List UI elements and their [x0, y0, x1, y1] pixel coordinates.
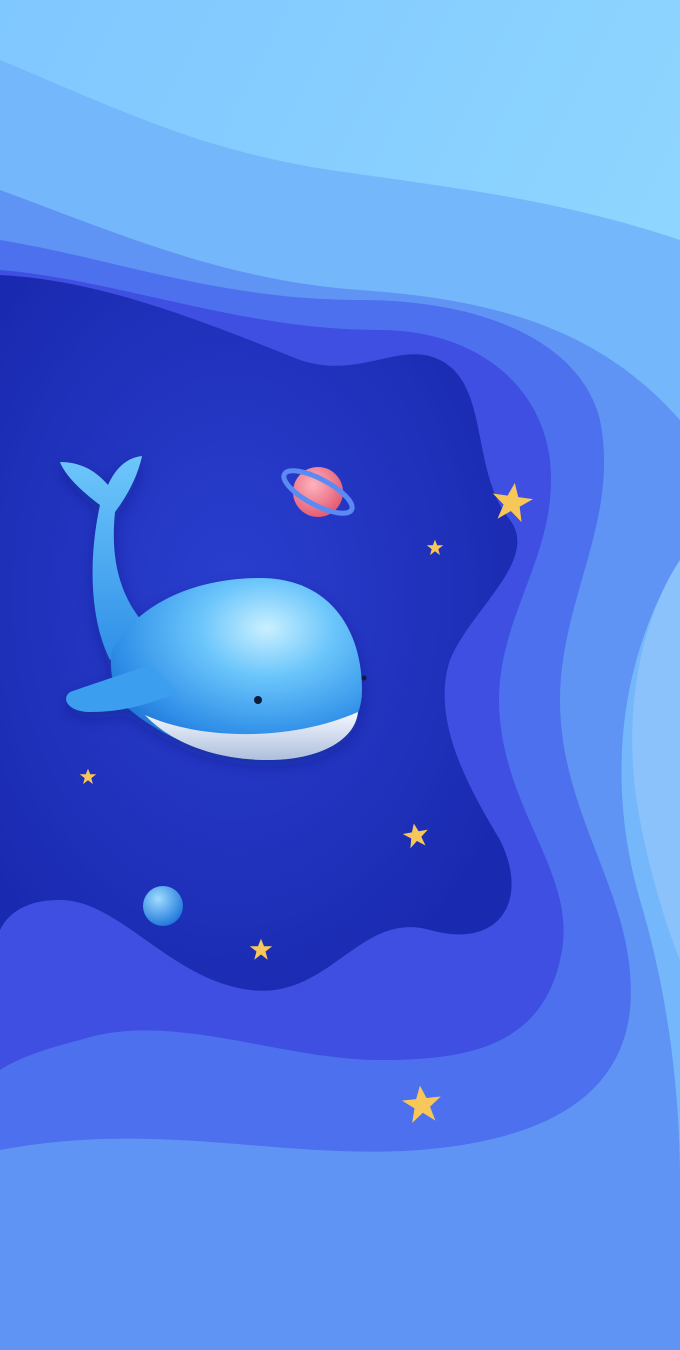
whale-eye	[254, 696, 262, 704]
wallpaper	[0, 0, 680, 1350]
wallpaper-scene	[0, 0, 680, 1350]
blue-orb-icon	[143, 886, 183, 926]
